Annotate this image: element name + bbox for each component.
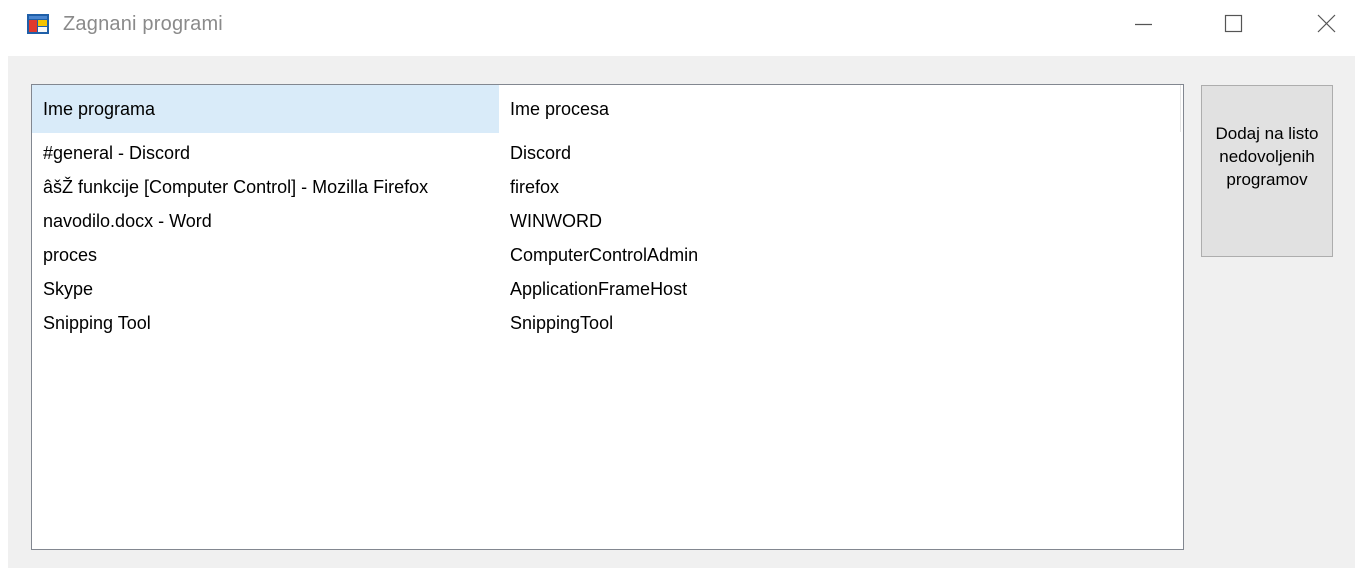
list-item[interactable]: navodilo.docx - Word WINWORD <box>32 204 1183 238</box>
process-name-cell: ComputerControlAdmin <box>510 245 699 265</box>
list-item[interactable]: Snipping Tool SnippingTool <box>32 306 1183 340</box>
list-item[interactable]: #general - Discord Discord <box>32 136 1183 170</box>
close-button[interactable] <box>1295 0 1355 48</box>
list-item[interactable]: âšŽ funkcije [Computer Control] - Mozill… <box>32 170 1183 204</box>
main-window: Zagnani programi Ime programa Ime proces… <box>0 0 1355 568</box>
close-icon <box>1317 14 1336 33</box>
column-separator[interactable] <box>1180 85 1181 132</box>
process-name-cell: firefox <box>510 177 560 197</box>
add-to-disallowed-list-button[interactable]: Dodaj na listo nedovoljenih programov <box>1201 85 1333 257</box>
maximize-icon <box>1224 14 1243 33</box>
program-name-cell: Skype <box>43 279 94 299</box>
process-name-cell: ApplicationFrameHost <box>510 279 688 299</box>
program-list[interactable]: Ime programa Ime procesa #general - Disc… <box>31 84 1184 550</box>
program-name-cell: #general - Discord <box>43 143 191 163</box>
maximize-button[interactable] <box>1208 0 1268 48</box>
program-name-cell: âšŽ funkcije [Computer Control] - Mozill… <box>43 177 429 197</box>
list-item[interactable]: proces ComputerControlAdmin <box>32 238 1183 272</box>
application-icon[interactable] <box>27 14 49 34</box>
minimize-button[interactable] <box>1118 0 1178 48</box>
list-item[interactable]: Skype ApplicationFrameHost <box>32 272 1183 306</box>
minimize-icon <box>1135 23 1152 26</box>
column-header-process-name[interactable]: Ime procesa <box>499 85 1177 133</box>
list-body: #general - Discord Discord âšŽ funkcije … <box>32 136 1183 340</box>
program-name-cell: navodilo.docx - Word <box>43 211 212 231</box>
window-title: Zagnani programi <box>63 13 223 35</box>
process-name-cell: SnippingTool <box>510 313 614 333</box>
process-name-cell: Discord <box>510 143 572 163</box>
program-name-cell: Snipping Tool <box>43 313 151 333</box>
title-bar[interactable]: Zagnani programi <box>0 0 1355 52</box>
column-header-program-name[interactable]: Ime programa <box>32 85 499 133</box>
process-name-cell: WINWORD <box>510 211 602 231</box>
list-header: Ime programa Ime procesa <box>32 85 1183 133</box>
program-name-cell: proces <box>43 245 98 265</box>
